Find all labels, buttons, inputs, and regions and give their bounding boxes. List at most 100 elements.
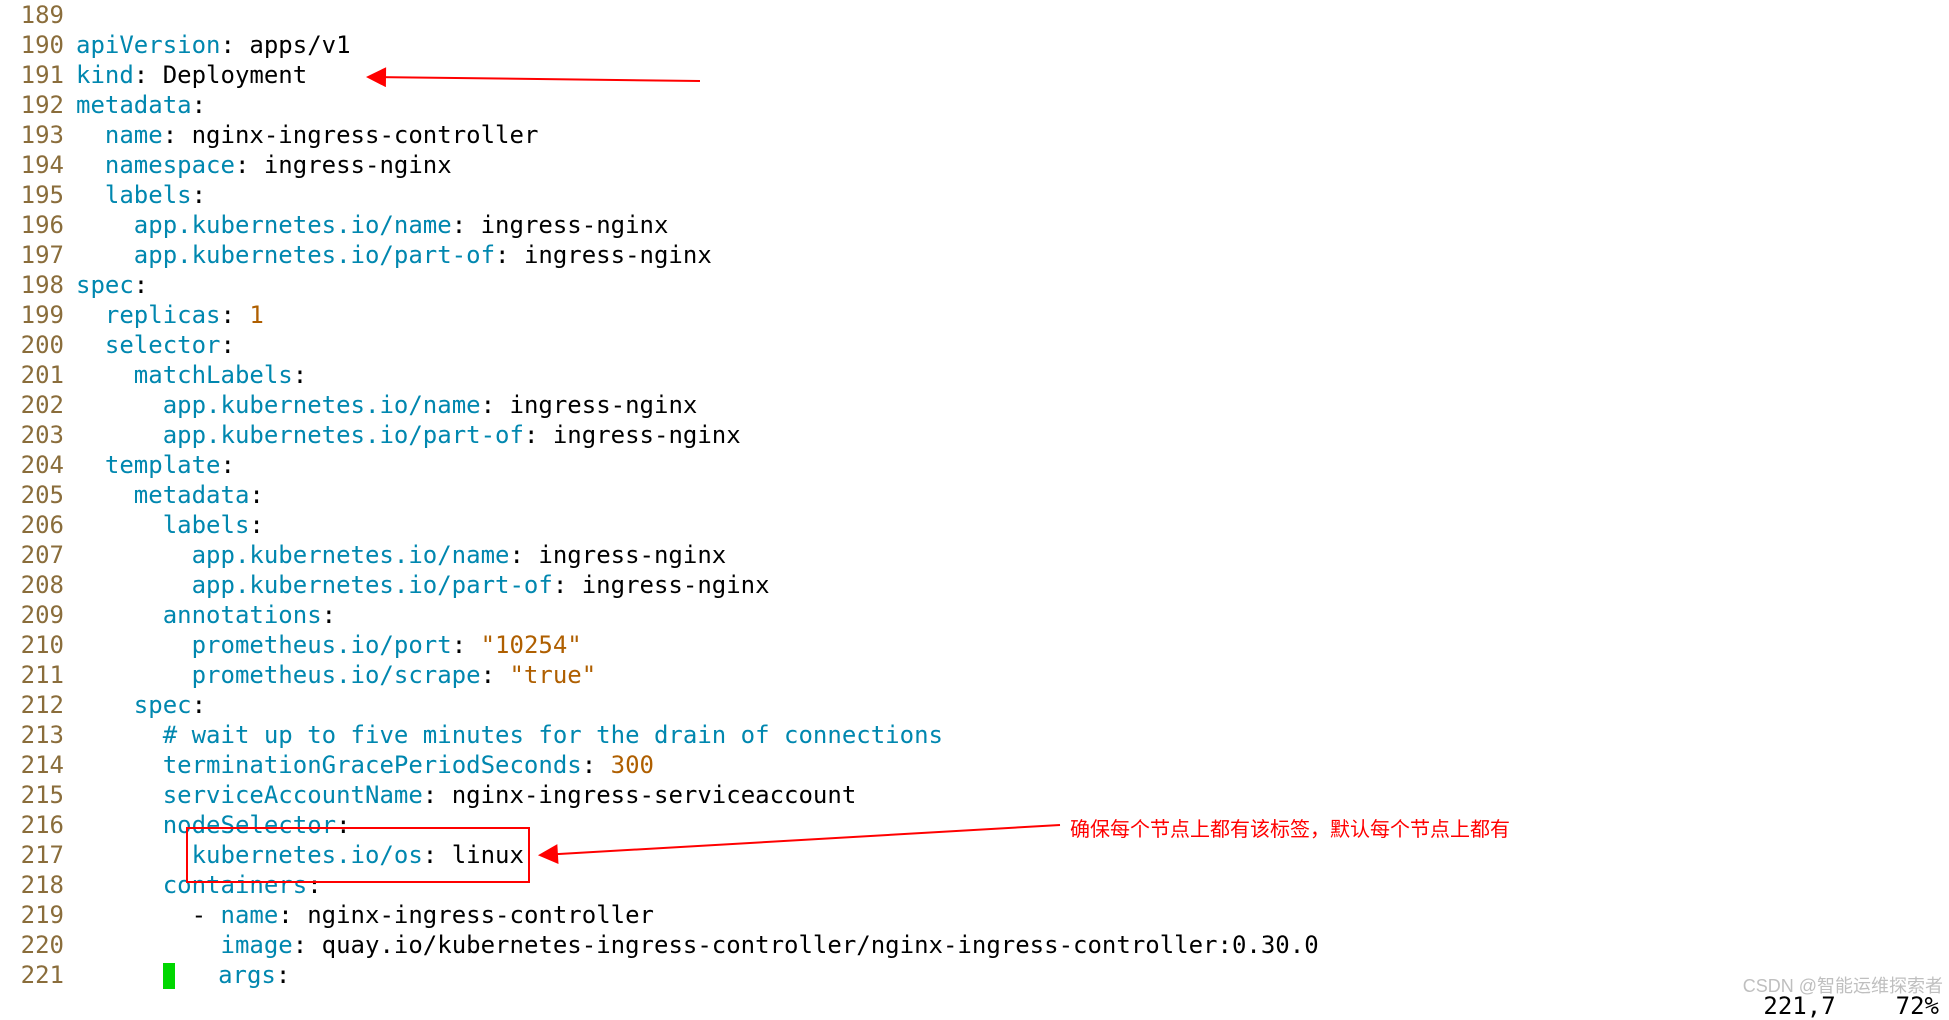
code-content[interactable]: namespace: ingress-nginx (76, 150, 1949, 180)
code-line[interactable]: 189 (0, 0, 1949, 30)
code-content[interactable]: image: quay.io/kubernetes-ingress-contro… (76, 930, 1949, 960)
line-number: 221 (0, 960, 76, 990)
code-content[interactable]: replicas: 1 (76, 300, 1949, 330)
code-line[interactable]: 195 labels: (0, 180, 1949, 210)
code-content[interactable] (76, 0, 1949, 30)
code-content[interactable]: name: nginx-ingress-controller (76, 120, 1949, 150)
line-number: 205 (0, 480, 76, 510)
token: : (423, 781, 452, 809)
code-content[interactable]: matchLabels: (76, 360, 1949, 390)
line-number: 215 (0, 780, 76, 810)
token: app.kubernetes.io/name (192, 541, 510, 569)
line-number: 216 (0, 810, 76, 840)
code-content[interactable]: kind: Deployment (76, 60, 1949, 90)
watermark: CSDN @智能运维探索者 (1743, 972, 1943, 998)
code-line[interactable]: 215 serviceAccountName: nginx-ingress-se… (0, 780, 1949, 810)
token: app.kubernetes.io/part-of (192, 571, 553, 599)
code-line[interactable]: 221 args: (0, 960, 1949, 990)
code-content[interactable]: prometheus.io/port: "10254" (76, 630, 1949, 660)
token: : (293, 931, 322, 959)
code-content[interactable]: selector: (76, 330, 1949, 360)
code-content[interactable]: app.kubernetes.io/name: ingress-nginx (76, 540, 1949, 570)
code-line[interactable]: 194 namespace: ingress-nginx (0, 150, 1949, 180)
code-line[interactable]: 202 app.kubernetes.io/name: ingress-ngin… (0, 390, 1949, 420)
code-content[interactable]: args: (76, 960, 1949, 990)
line-number: 220 (0, 930, 76, 960)
line-number: 206 (0, 510, 76, 540)
code-content[interactable]: app.kubernetes.io/part-of: ingress-nginx (76, 420, 1949, 450)
code-content[interactable]: terminationGracePeriodSeconds: 300 (76, 750, 1949, 780)
token: : (452, 211, 481, 239)
token: ingress-nginx (553, 421, 741, 449)
code-line[interactable]: 199 replicas: 1 (0, 300, 1949, 330)
code-content[interactable]: app.kubernetes.io/name: ingress-nginx (76, 390, 1949, 420)
code-content[interactable]: serviceAccountName: nginx-ingress-servic… (76, 780, 1949, 810)
line-number: 195 (0, 180, 76, 210)
code-line[interactable]: 208 app.kubernetes.io/part-of: ingress-n… (0, 570, 1949, 600)
code-line[interactable]: 192metadata: (0, 90, 1949, 120)
line-number: 196 (0, 210, 76, 240)
line-number: 200 (0, 330, 76, 360)
code-line[interactable]: 206 labels: (0, 510, 1949, 540)
code-line[interactable]: 207 app.kubernetes.io/name: ingress-ngin… (0, 540, 1949, 570)
token (76, 781, 163, 809)
code-line[interactable]: 204 template: (0, 450, 1949, 480)
code-line[interactable]: 196 app.kubernetes.io/name: ingress-ngin… (0, 210, 1949, 240)
code-content[interactable]: app.kubernetes.io/name: ingress-nginx (76, 210, 1949, 240)
code-line[interactable]: 200 selector: (0, 330, 1949, 360)
token: kind (76, 61, 134, 89)
token (76, 571, 192, 599)
code-content[interactable]: annotations: (76, 600, 1949, 630)
line-number: 218 (0, 870, 76, 900)
code-line[interactable]: 190apiVersion: apps/v1 (0, 30, 1949, 60)
token: metadata (134, 481, 250, 509)
code-line[interactable]: 203 app.kubernetes.io/part-of: ingress-n… (0, 420, 1949, 450)
code-content[interactable]: labels: (76, 510, 1949, 540)
line-number: 210 (0, 630, 76, 660)
code-line[interactable]: 201 matchLabels: (0, 360, 1949, 390)
code-line[interactable]: 212 spec: (0, 690, 1949, 720)
token: ingress-nginx (538, 541, 726, 569)
token: metadata (76, 91, 192, 119)
token: terminationGracePeriodSeconds (163, 751, 582, 779)
token (76, 391, 163, 419)
code-line[interactable]: 220 image: quay.io/kubernetes-ingress-co… (0, 930, 1949, 960)
code-content[interactable]: template: (76, 450, 1949, 480)
code-content[interactable]: spec: (76, 690, 1949, 720)
code-line[interactable]: 209 annotations: (0, 600, 1949, 630)
line-number: 209 (0, 600, 76, 630)
token: : (134, 61, 163, 89)
code-line[interactable]: 210 prometheus.io/port: "10254" (0, 630, 1949, 660)
token: : (276, 961, 290, 989)
code-content[interactable]: app.kubernetes.io/part-of: ingress-nginx (76, 570, 1949, 600)
code-content[interactable]: apiVersion: apps/v1 (76, 30, 1949, 60)
code-content[interactable]: spec: (76, 270, 1949, 300)
token: serviceAccountName (163, 781, 423, 809)
code-line[interactable]: 205 metadata: (0, 480, 1949, 510)
token: nginx-ingress-controller (307, 901, 654, 929)
line-number: 201 (0, 360, 76, 390)
line-number: 213 (0, 720, 76, 750)
code-content[interactable]: # wait up to five minutes for the drain … (76, 720, 1949, 750)
code-line[interactable]: 214 terminationGracePeriodSeconds: 300 (0, 750, 1949, 780)
code-content[interactable]: metadata: (76, 480, 1949, 510)
line-number: 214 (0, 750, 76, 780)
code-content[interactable]: - name: nginx-ingress-controller (76, 900, 1949, 930)
code-line[interactable]: 211 prometheus.io/scrape: "true" (0, 660, 1949, 690)
code-line[interactable]: 198spec: (0, 270, 1949, 300)
token (76, 121, 105, 149)
line-number: 202 (0, 390, 76, 420)
code-content[interactable]: metadata: (76, 90, 1949, 120)
code-line[interactable]: 219 - name: nginx-ingress-controller (0, 900, 1949, 930)
line-number: 211 (0, 660, 76, 690)
token: : (192, 91, 206, 119)
code-content[interactable]: app.kubernetes.io/part-of: ingress-nginx (76, 240, 1949, 270)
token: : (221, 31, 250, 59)
code-line[interactable]: 193 name: nginx-ingress-controller (0, 120, 1949, 150)
code-content[interactable]: prometheus.io/scrape: "true" (76, 660, 1949, 690)
code-content[interactable]: labels: (76, 180, 1949, 210)
code-line[interactable]: 213 # wait up to five minutes for the dr… (0, 720, 1949, 750)
token: spec (134, 691, 192, 719)
code-line[interactable]: 191kind: Deployment (0, 60, 1949, 90)
code-line[interactable]: 197 app.kubernetes.io/part-of: ingress-n… (0, 240, 1949, 270)
